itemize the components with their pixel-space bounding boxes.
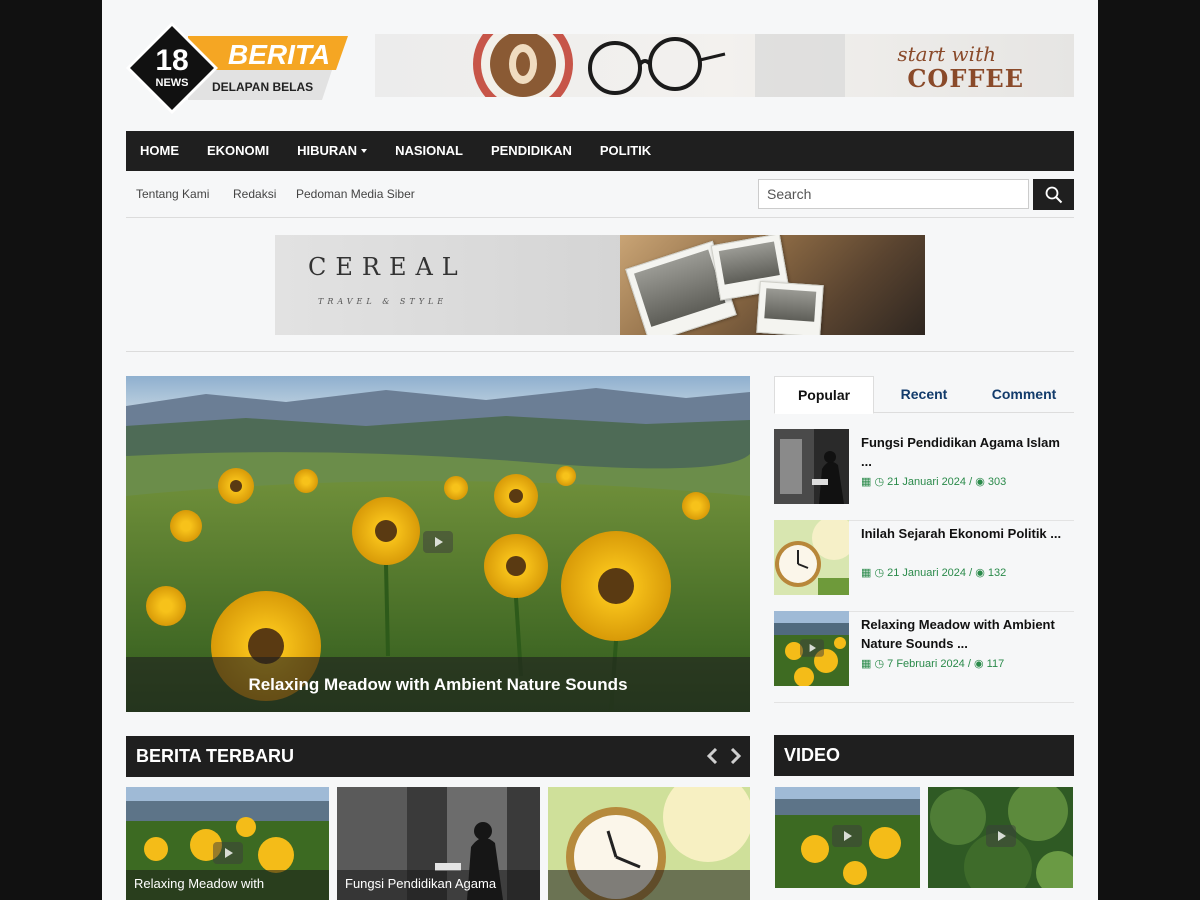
top-ad-banner[interactable]: start with COFFEE	[375, 34, 1074, 97]
featured-caption: Relaxing Meadow with Ambient Nature Soun…	[126, 657, 750, 712]
card-caption[interactable]	[548, 870, 750, 900]
logo-news: NEWS	[156, 77, 189, 89]
post-views: 303	[987, 476, 1007, 488]
video-header: VIDEO	[774, 735, 1074, 776]
cereal-tagline: TRAVEL & STYLE	[318, 297, 448, 306]
logo-name: BERITA	[228, 39, 330, 70]
next-arrow-icon[interactable]	[726, 746, 746, 766]
post-title[interactable]: Relaxing Meadow with Ambient Nature Soun…	[861, 615, 1069, 653]
latest-news-heading: BERITA TERBARU	[136, 746, 294, 766]
nav-politik[interactable]: POLITIK	[586, 131, 665, 171]
post-meta: ▦ ◷ 21 Januari 2024 / ◉ 303	[861, 476, 1007, 488]
link-tentang-kami[interactable]: Tentang Kami	[136, 187, 209, 201]
calendar-icon: ▦	[861, 658, 872, 670]
nav-pendidikan[interactable]: PENDIDIKAN	[477, 131, 586, 171]
nav-hiburan-label: HIBURAN	[297, 143, 358, 158]
video-card[interactable]	[775, 787, 920, 888]
calendar-icon: ▦	[861, 476, 872, 488]
page-container: 18 NEWS BERITA DELAPAN BELAS start with …	[102, 0, 1098, 900]
post-views: 132	[987, 567, 1007, 579]
featured-title[interactable]: Relaxing Meadow with Ambient Nature Soun…	[248, 675, 627, 695]
banner-text-start: start with	[897, 42, 996, 66]
divider	[126, 351, 1074, 352]
banner-text-coffee: COFFEE	[907, 64, 1024, 93]
latest-news-card[interactable]	[548, 787, 750, 900]
play-icon	[800, 639, 824, 657]
eye-icon: ◉	[973, 658, 984, 670]
play-icon	[213, 842, 243, 864]
logo-number: 18	[155, 44, 188, 77]
banner-left-panel	[275, 235, 635, 335]
post-date: 7 Februari 2024	[887, 658, 965, 670]
link-redaksi[interactable]: Redaksi	[233, 187, 276, 201]
play-icon	[832, 825, 862, 847]
site-logo[interactable]: 18 NEWS BERITA DELAPAN BELAS	[126, 22, 350, 114]
post-meta: ▦ ◷ 21 Januari 2024 / ◉ 132	[861, 567, 1007, 579]
video-card[interactable]	[928, 787, 1073, 888]
video-heading: VIDEO	[784, 745, 841, 765]
latest-news-card[interactable]: Relaxing Meadow with	[126, 787, 329, 900]
divider	[774, 702, 1074, 703]
clock-icon: ◷	[874, 567, 885, 579]
polaroid-photo	[756, 280, 824, 335]
search-input[interactable]	[758, 179, 1029, 209]
main-navigation: HOME EKONOMI HIBURAN NASIONAL PENDIDIKAN…	[126, 131, 1074, 171]
play-icon[interactable]	[423, 531, 453, 553]
post-thumbnail[interactable]	[774, 611, 849, 686]
featured-video[interactable]: Relaxing Meadow with Ambient Nature Soun…	[126, 376, 750, 712]
search-icon	[1045, 186, 1062, 203]
post-thumbnail[interactable]	[774, 429, 849, 504]
cereal-ad-banner[interactable]: CEREAL TRAVEL & STYLE	[275, 235, 925, 335]
card-caption[interactable]: Fungsi Pendidikan Agama	[337, 870, 540, 900]
post-views: 117	[986, 658, 1005, 670]
latest-news-header: BERITA TERBARU	[126, 736, 750, 777]
nav-hiburan[interactable]: HIBURAN	[283, 131, 381, 171]
eye-icon: ◉	[975, 567, 985, 579]
latest-news-card[interactable]: Fungsi Pendidikan Agama	[337, 787, 540, 900]
cereal-brand: CEREAL	[308, 253, 467, 281]
post-title[interactable]: Fungsi Pendidikan Agama Islam ...	[861, 433, 1069, 471]
calendar-icon: ▦	[861, 567, 872, 579]
logo-tagline: DELAPAN BELAS	[212, 80, 313, 94]
popular-post[interactable]: Inilah Sejarah Ekonomi Politik ... ▦ ◷ 2…	[774, 520, 1074, 612]
sidebar-tabs: Popular Recent Comment	[774, 376, 1074, 414]
link-pedoman-media-siber[interactable]: Pedoman Media Siber	[296, 187, 415, 201]
tab-recent[interactable]: Recent	[874, 376, 974, 413]
nav-ekonomi[interactable]: EKONOMI	[193, 131, 283, 171]
prev-arrow-icon[interactable]	[702, 746, 722, 766]
eye-icon: ◉	[975, 476, 985, 488]
post-date: 21 Januari 2024	[887, 476, 967, 488]
nav-nasional[interactable]: NASIONAL	[381, 131, 477, 171]
secondary-navigation: Tentang Kami Redaksi Pedoman Media Siber	[126, 178, 1074, 218]
post-title[interactable]: Inilah Sejarah Ekonomi Politik ...	[861, 524, 1069, 543]
post-meta: ▦ ◷ 7 Februari 2024 / ◉ 117	[861, 658, 1005, 670]
nav-home[interactable]: HOME	[126, 131, 193, 171]
dropdown-caret-icon	[361, 148, 368, 153]
play-icon	[986, 825, 1016, 847]
post-thumbnail[interactable]	[774, 520, 849, 595]
search-button[interactable]	[1033, 179, 1074, 210]
tab-comment[interactable]: Comment	[974, 376, 1074, 413]
post-date: 21 Januari 2024	[887, 567, 967, 579]
card-caption[interactable]: Relaxing Meadow with	[126, 870, 329, 900]
popular-post[interactable]: Fungsi Pendidikan Agama Islam ... ▦ ◷ 21…	[774, 429, 1074, 521]
clock-icon: ◷	[874, 476, 885, 488]
tab-popular[interactable]: Popular	[774, 376, 874, 414]
clock-icon: ◷	[874, 658, 885, 670]
popular-post[interactable]: Relaxing Meadow with Ambient Nature Soun…	[774, 611, 1074, 703]
